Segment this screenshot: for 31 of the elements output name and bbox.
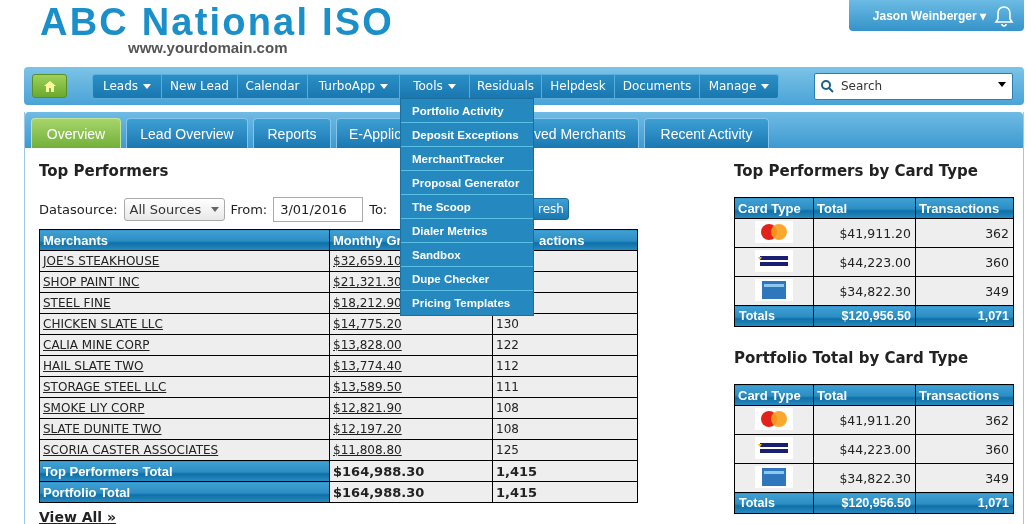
column-header: Transactions xyxy=(915,384,1014,406)
column-header: Card Type xyxy=(734,384,814,406)
column-header: Total xyxy=(813,384,916,406)
table-cell: $34,822.30 xyxy=(813,276,916,306)
to-label: To: xyxy=(369,201,388,217)
table-cell: $41,911.20 xyxy=(813,405,916,435)
section-title: Top Performers by Card Type xyxy=(734,162,979,182)
domain-text: www.yourdomain.com xyxy=(128,39,288,56)
column-header: Transactions xyxy=(915,197,1014,219)
from-label: From: xyxy=(230,201,268,217)
table-cell: 362 xyxy=(915,218,1014,248)
table-cell: 360 xyxy=(915,247,1014,277)
table-cell: 360 xyxy=(915,434,1014,464)
logo: ABC National ISO xyxy=(40,2,394,42)
column-header: Total xyxy=(813,197,916,219)
section-title: Top Performers xyxy=(39,162,170,182)
table-cell: Totals xyxy=(734,305,814,327)
column-header: Card Type xyxy=(734,197,814,219)
datasource-label: Datasource: xyxy=(39,201,118,217)
table-cell: $44,223.00 xyxy=(813,247,916,277)
table-cell: $34,822.30 xyxy=(813,463,916,493)
table-cell: $41,911.20 xyxy=(813,218,916,248)
total-label-cell: Top Performers Total xyxy=(39,460,330,482)
table-cell: $44,223.00 xyxy=(813,434,916,464)
table-cell: 349 xyxy=(915,276,1014,306)
table-cell: Totals xyxy=(734,492,814,514)
total-label-cell: Portfolio Total xyxy=(39,481,330,503)
table-cell: 362 xyxy=(915,405,1014,435)
column-header: Merchants xyxy=(39,229,330,251)
section-title: Portfolio Total by Card Type xyxy=(734,349,970,369)
table-cell: 349 xyxy=(915,463,1014,493)
